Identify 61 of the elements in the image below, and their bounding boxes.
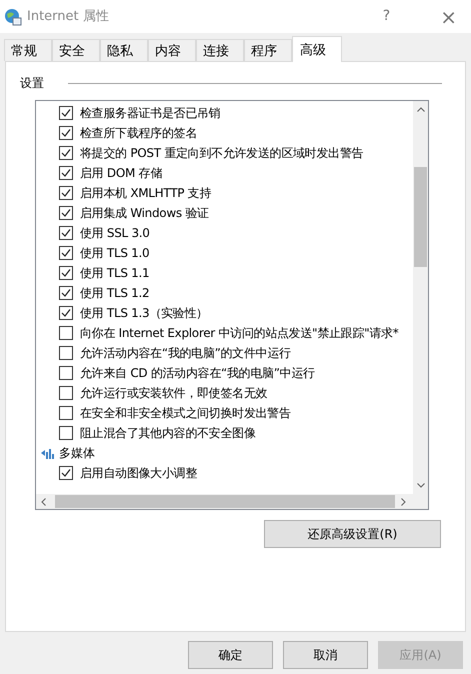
checkbox[interactable] xyxy=(59,466,73,480)
scroll-right-icon[interactable] xyxy=(401,498,406,506)
close-button[interactable]: × xyxy=(440,2,457,32)
category-label: 多媒体 xyxy=(59,445,95,462)
tab[interactable]: 安全 xyxy=(52,39,100,61)
checkbox[interactable] xyxy=(59,366,73,380)
checkbox[interactable] xyxy=(59,206,73,220)
tab[interactable]: 常规 xyxy=(4,39,52,61)
setting-label: 检查服务器证书是否已吊销 xyxy=(80,105,220,122)
setting-label: 启用集成 Windows 验证 xyxy=(80,205,209,222)
globe-icon xyxy=(4,8,22,26)
checkbox[interactable] xyxy=(59,406,73,420)
horizontal-scrollbar[interactable] xyxy=(36,494,428,509)
scroll-left-icon[interactable] xyxy=(41,498,46,506)
setting-label: 向你在 Internet Explorer 中访问的站点发送"禁止跟踪"请求* xyxy=(80,325,398,342)
setting-label: 使用 SSL 3.0 xyxy=(80,225,150,242)
tab[interactable]: 内容 xyxy=(148,39,196,61)
setting-label: 将提交的 POST 重定向到不允许发送的区域时发出警告 xyxy=(80,145,364,162)
scroll-thumb[interactable] xyxy=(55,495,395,508)
setting-label: 使用 TLS 1.1 xyxy=(80,265,150,282)
setting-label: 检查所下载程序的签名 xyxy=(80,125,198,142)
tab[interactable]: 程序 xyxy=(244,39,292,61)
scroll-up-icon[interactable] xyxy=(416,107,424,112)
dialog-button[interactable]: 确定 xyxy=(188,641,273,669)
checkbox[interactable] xyxy=(59,186,73,200)
vertical-scrollbar[interactable] xyxy=(413,101,428,494)
setting-label: 在安全和非安全模式之间切换时发出警告 xyxy=(80,405,291,422)
checkbox[interactable] xyxy=(59,306,73,320)
scroll-thumb[interactable] xyxy=(414,167,427,267)
checkbox[interactable] xyxy=(59,266,73,280)
checkbox[interactable] xyxy=(59,146,73,160)
setting-label: 允许活动内容在“我的电脑”的文件中运行 xyxy=(80,345,291,362)
group-label: 设置 xyxy=(20,75,44,92)
tab[interactable]: 高级 xyxy=(292,36,342,62)
setting-label: 允许来自 CD 的活动内容在“我的电脑”中运行 xyxy=(80,365,315,382)
checkbox[interactable] xyxy=(59,166,73,180)
checkbox[interactable] xyxy=(59,286,73,300)
setting-label: 使用 TLS 1.3（实验性） xyxy=(80,305,208,322)
dialog-button[interactable]: 取消 xyxy=(283,641,368,669)
setting-label: 允许运行或安装软件，即使签名无效 xyxy=(80,385,268,402)
tab[interactable]: 隐私 xyxy=(100,39,148,61)
checkbox[interactable] xyxy=(59,106,73,120)
setting-label: 启用本机 XMLHTTP 支持 xyxy=(80,185,212,202)
setting-label: 使用 TLS 1.0 xyxy=(80,245,150,262)
window-title: Internet 属性 xyxy=(27,8,109,26)
checkbox[interactable] xyxy=(59,326,73,340)
checkbox[interactable] xyxy=(59,226,73,240)
setting-label: 使用 TLS 1.2 xyxy=(80,285,150,302)
checkbox[interactable] xyxy=(59,386,73,400)
setting-label: 阻止混合了其他内容的不安全图像 xyxy=(80,425,256,442)
setting-label: 启用 DOM 存储 xyxy=(80,165,162,182)
setting-label: 启用自动图像大小调整 xyxy=(80,465,198,482)
restore-defaults-button[interactable]: 还原高级设置(R) xyxy=(264,520,441,548)
checkbox[interactable] xyxy=(59,246,73,260)
checkbox[interactable] xyxy=(59,126,73,140)
media-icon xyxy=(40,446,54,460)
checkbox[interactable] xyxy=(59,426,73,440)
help-button[interactable]: ? xyxy=(382,6,390,27)
scroll-down-icon[interactable] xyxy=(416,483,424,488)
tab[interactable]: 连接 xyxy=(196,39,244,61)
checkbox[interactable] xyxy=(59,346,73,360)
